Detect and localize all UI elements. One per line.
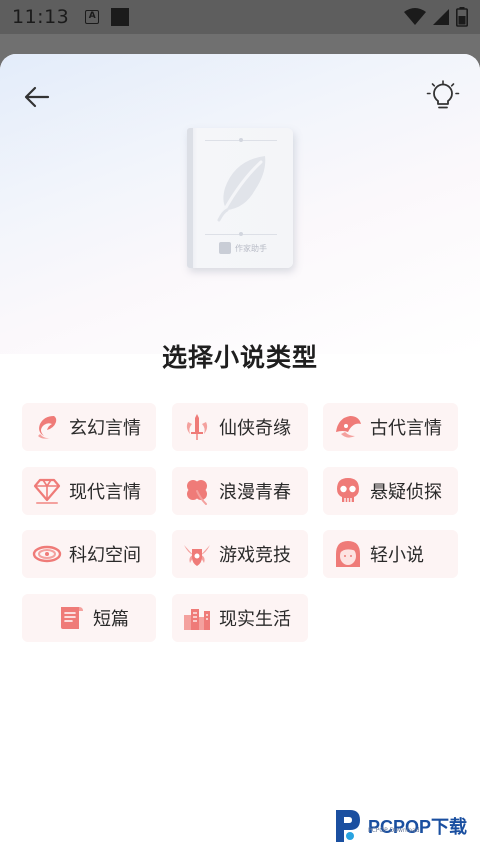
page-title: 选择小说类型: [161, 343, 318, 372]
winged-shield-icon: [184, 545, 210, 566]
book-spine: [187, 128, 193, 268]
genre-label: 现代言情: [69, 482, 141, 503]
genre-option[interactable]: 玄幻言情: [22, 403, 156, 451]
feather-icon: [217, 156, 266, 222]
watermark-subtext: PCPOP Download: [368, 827, 420, 834]
signal-icon: [433, 9, 449, 25]
arrow-left-icon: [24, 86, 50, 108]
watermark: PCPOP下载 PCPOP Download: [330, 806, 467, 846]
genre-option[interactable]: 短篇: [22, 594, 156, 642]
clover-icon: [187, 480, 207, 505]
battery-icon: [456, 7, 468, 27]
status-bar: 11:13 A: [0, 0, 480, 34]
genre-label: 浪漫青春: [219, 482, 291, 503]
genre-label: 科幻空间: [69, 545, 141, 566]
genre-sheet: 作家助手 选择小说类型 玄幻言情 仙侠奇缘 古代言情 现代言情 浪漫青春 悬疑侦…: [0, 54, 480, 852]
skull-icon: [337, 478, 359, 502]
wifi-icon: [404, 8, 426, 25]
notification-square-icon: [111, 8, 130, 26]
fan-icon: [336, 416, 361, 438]
brand-logo-icon: [219, 242, 231, 254]
genre-label: 轻小说: [370, 545, 424, 566]
galaxy-icon: [32, 545, 62, 563]
cover-brand-text: 作家助手: [235, 243, 267, 253]
genre-label: 仙侠奇缘: [219, 418, 291, 439]
cover-brand: 作家助手: [219, 242, 267, 254]
genre-option[interactable]: 仙侠奇缘: [172, 403, 308, 451]
cover-ornament: [239, 232, 243, 236]
city-icon: [184, 609, 210, 630]
cover-ornament: [239, 138, 243, 142]
scroll-icon: [61, 607, 83, 629]
lightbulb-icon: [426, 80, 460, 109]
genre-option[interactable]: 悬疑侦探: [323, 467, 458, 515]
genre-option[interactable]: 游戏竞技: [172, 530, 308, 578]
diamond-icon: [33, 478, 61, 504]
sword-icon: [186, 414, 208, 440]
pcpop-logo-icon: [336, 810, 360, 842]
novel-cover-placeholder: 作家助手: [187, 128, 293, 268]
phoenix-icon: [38, 416, 57, 439]
genre-option[interactable]: 现代言情: [22, 467, 156, 515]
genre-label: 古代言情: [370, 418, 442, 439]
watermark-text: PCPOP下载: [368, 817, 468, 837]
back-button[interactable]: [22, 82, 52, 112]
notification-a-icon: A: [85, 10, 100, 24]
genre-option[interactable]: 轻小说: [323, 530, 458, 578]
genre-option[interactable]: 古代言情: [323, 403, 458, 451]
genre-label: 玄幻言情: [69, 418, 141, 439]
genre-label: 短篇: [93, 609, 129, 630]
status-time: 11:13: [12, 6, 70, 28]
genre-label: 现实生活: [219, 609, 291, 630]
genre-option[interactable]: 浪漫青春: [172, 467, 308, 515]
girl-face-icon: [336, 541, 360, 567]
genre-option[interactable]: 科幻空间: [22, 530, 156, 578]
genre-label: 悬疑侦探: [370, 482, 442, 503]
tips-button[interactable]: [426, 80, 460, 114]
genre-label: 游戏竞技: [219, 545, 291, 566]
genre-option[interactable]: 现实生活: [172, 594, 308, 642]
